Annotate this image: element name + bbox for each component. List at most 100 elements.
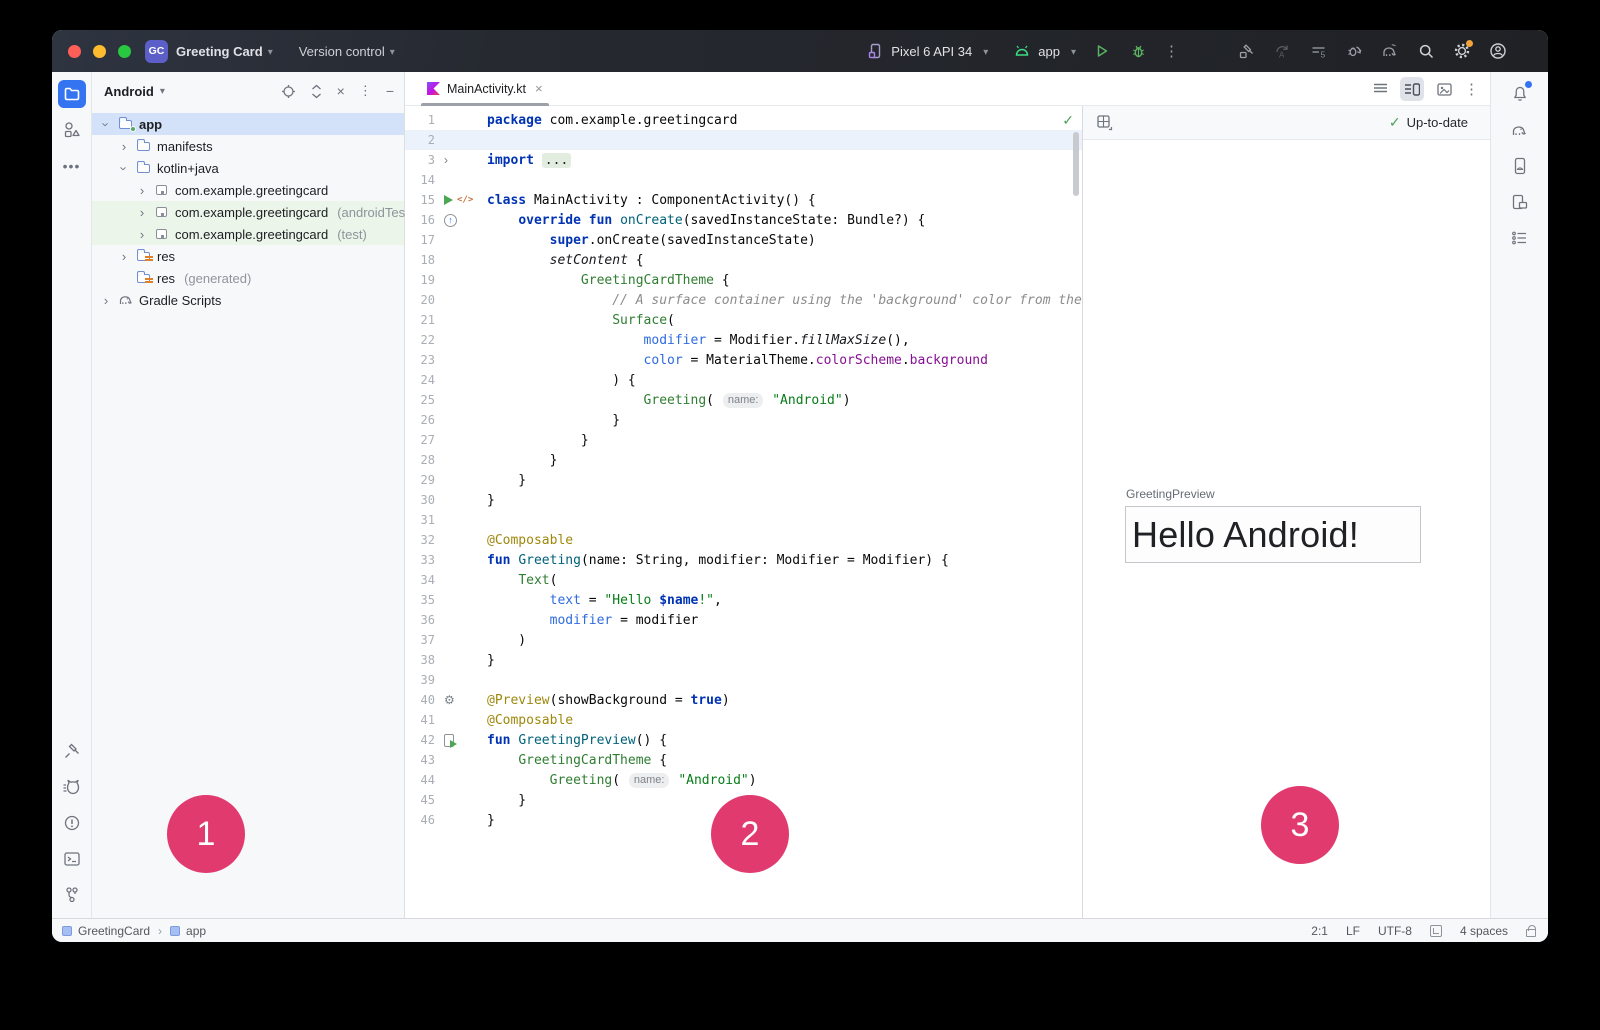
code-line-1[interactable]: 1package com.example.greetingcard (405, 110, 1082, 130)
indent-size[interactable]: 4 spaces (1460, 924, 1508, 938)
code-line-3[interactable]: 3›import ... (405, 150, 1082, 170)
project-name-menu[interactable]: Greeting Card (176, 44, 263, 59)
build-variants-icon[interactable]: 5 (1308, 41, 1328, 61)
build-tool-button[interactable] (58, 737, 86, 765)
code-line-23[interactable]: 23 color = MaterialTheme.colorScheme.bac… (405, 350, 1082, 370)
code-line-17[interactable]: 17 super.onCreate(savedInstanceState) (405, 230, 1082, 250)
zoom-window-button[interactable] (118, 45, 131, 58)
tree-item-kotlin-java[interactable]: ›kotlin+java (92, 157, 404, 179)
project-view-selector[interactable]: Android (104, 84, 154, 99)
more-tool-windows-button[interactable]: ••• (58, 152, 86, 180)
chevron-collapsed-icon[interactable]: › (116, 139, 132, 154)
code-line-35[interactable]: 35 text = "Hello $name!", (405, 590, 1082, 610)
settings-icon[interactable] (1452, 41, 1472, 61)
device-manager-tool-button[interactable] (1506, 152, 1534, 180)
more-actions-menu[interactable]: ⋮ (1164, 42, 1180, 60)
preview-build-status[interactable]: ✓ Up-to-date (1389, 114, 1468, 131)
code-line-32[interactable]: 32@Composable (405, 530, 1082, 550)
code-line-33[interactable]: 33fun Greeting(name: String, modifier: M… (405, 550, 1082, 570)
overrides-method-icon[interactable]: ↑ (444, 214, 457, 227)
tree-item-res[interactable]: ›res (92, 245, 404, 267)
problems-tool-button[interactable] (58, 809, 86, 837)
chevron-collapsed-icon[interactable]: › (134, 183, 150, 198)
caret-position[interactable]: 2:1 (1311, 924, 1328, 938)
code-line-41[interactable]: 41@Composable (405, 710, 1082, 730)
run-button[interactable] (1092, 41, 1112, 61)
tree-item-com-example-greetingcard[interactable]: ›com.example.greetingcard(test) (92, 223, 404, 245)
chevron-expanded-icon[interactable]: › (99, 116, 114, 132)
collapse-all-icon[interactable]: × (337, 83, 345, 99)
resource-manager-tool-button[interactable] (58, 116, 86, 144)
chevron-collapsed-icon[interactable]: › (134, 205, 150, 220)
notifications-bell-icon[interactable] (1506, 80, 1534, 108)
code-line-44[interactable]: 44 Greeting( name: "Android") (405, 770, 1082, 790)
hammer-icon[interactable] (1236, 41, 1256, 61)
code-line-29[interactable]: 29 } (405, 470, 1082, 490)
code-line-26[interactable]: 26 } (405, 410, 1082, 430)
code-line-31[interactable]: 31 (405, 510, 1082, 530)
terminal-tool-button[interactable] (58, 845, 86, 873)
editor-tab-mainactivity[interactable]: MainActivity.kt × (417, 72, 553, 106)
code-line-36[interactable]: 36 modifier = modifier (405, 610, 1082, 630)
gradle-tool-button[interactable] (1506, 116, 1534, 144)
chevron-collapsed-icon[interactable]: › (134, 227, 150, 242)
run-configuration-selector[interactable]: app ▾ (1012, 41, 1076, 61)
run-preview-icon[interactable] (444, 734, 454, 747)
code-line-24[interactable]: 24 ) { (405, 370, 1082, 390)
close-tab-icon[interactable]: × (535, 81, 543, 96)
file-encoding[interactable]: UTF-8 (1378, 924, 1412, 938)
tree-item-com-example-greetingcard[interactable]: ›com.example.greetingcard (92, 179, 404, 201)
project-badge[interactable]: GC (145, 40, 168, 63)
tree-item-res[interactable]: res(generated) (92, 267, 404, 289)
gradle-sync-icon[interactable] (1380, 41, 1400, 61)
project-tool-button[interactable] (58, 80, 86, 108)
app-inspection-icon[interactable] (1344, 41, 1364, 61)
split-view-icon[interactable] (1400, 77, 1424, 101)
close-window-button[interactable] (68, 45, 81, 58)
tree-item-app[interactable]: ›app (92, 113, 404, 135)
code-line-18[interactable]: 18 setContent { (405, 250, 1082, 270)
locate-file-icon[interactable] (281, 84, 296, 99)
code-line-38[interactable]: 38} (405, 650, 1082, 670)
code-line-27[interactable]: 27 } (405, 430, 1082, 450)
indent-settings-icon[interactable] (1430, 925, 1442, 937)
panel-options-icon[interactable]: ⋮ (359, 83, 372, 99)
expand-collapse-icon[interactable] (310, 84, 323, 99)
code-line-16[interactable]: 16↑ override fun onCreate(savedInstanceS… (405, 210, 1082, 230)
chevron-collapsed-icon[interactable]: › (98, 293, 114, 308)
code-view-icon[interactable] (1368, 77, 1392, 101)
fold-region-icon[interactable]: › (444, 153, 448, 167)
code-line-34[interactable]: 34 Text( (405, 570, 1082, 590)
code-line-20[interactable]: 20 // A surface container using the 'bac… (405, 290, 1082, 310)
breadcrumb-module[interactable]: app (186, 924, 206, 938)
code-line-15[interactable]: 15</>class MainActivity : ComponentActiv… (405, 190, 1082, 210)
compose-marker-icon[interactable]: </> (457, 195, 473, 205)
code-line-39[interactable]: 39 (405, 670, 1082, 690)
line-separator[interactable]: LF (1346, 924, 1360, 938)
preview-composable-label[interactable]: GreetingPreview (1126, 487, 1215, 501)
code-line-30[interactable]: 30} (405, 490, 1082, 510)
tree-item-manifests[interactable]: ›manifests (92, 135, 404, 157)
inspections-ok-icon[interactable]: ✓ (1062, 112, 1074, 129)
version-control-tool-button[interactable] (58, 881, 86, 909)
minimize-window-button[interactable] (93, 45, 106, 58)
breadcrumb-project[interactable]: GreetingCard (78, 924, 150, 938)
code-line-22[interactable]: 22 modifier = Modifier.fillMaxSize(), (405, 330, 1082, 350)
read-write-lock-icon[interactable] (1526, 929, 1536, 937)
chevron-collapsed-icon[interactable]: › (116, 249, 132, 264)
code-line-42[interactable]: 42fun GreetingPreview() { (405, 730, 1082, 750)
logcat-tool-button[interactable] (58, 773, 86, 801)
device-selector[interactable]: Pixel 6 API 34 ▾ (865, 41, 988, 61)
code-line-40[interactable]: 40⚙@Preview(showBackground = true) (405, 690, 1082, 710)
tree-item-com-example-greetingcard[interactable]: ›com.example.greetingcard(androidTest) (92, 201, 404, 223)
version-control-menu[interactable]: Version control (299, 44, 385, 59)
editor-scrollbar[interactable] (1073, 132, 1079, 196)
chevron-expanded-icon[interactable]: › (117, 160, 132, 176)
code-line-14[interactable]: 14 (405, 170, 1082, 190)
structure-tool-button[interactable] (1506, 224, 1534, 252)
hide-panel-icon[interactable]: − (386, 83, 394, 99)
code-line-25[interactable]: 25 Greeting( name: "Android") (405, 390, 1082, 410)
preview-settings-icon[interactable]: ⚙ (444, 693, 455, 707)
code-line-21[interactable]: 21 Surface( (405, 310, 1082, 330)
code-line-2[interactable]: 2 (405, 130, 1082, 150)
